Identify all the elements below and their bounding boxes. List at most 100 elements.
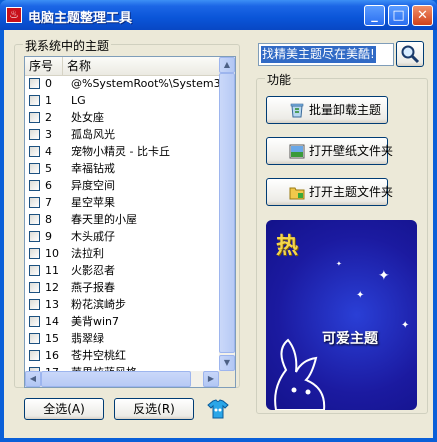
scroll-right-icon[interactable]: ▶: [203, 371, 219, 387]
scroll-up-icon[interactable]: ▲: [219, 57, 235, 73]
minimize-button[interactable]: _: [364, 5, 385, 26]
folder-icon: [289, 187, 305, 200]
window-title: 电脑主题整理工具: [28, 11, 133, 26]
app-window: ♨ 电脑主题整理工具 _ □ ✕ 我系统中的主题 序号 名称 0 @%System…: [0, 0, 437, 442]
bunny-icon: [274, 338, 326, 410]
open-wallpaper-folder-button[interactable]: 打开壁纸文件夹: [266, 137, 393, 165]
row-checkbox[interactable]: [29, 78, 40, 89]
app-icon[interactable]: ♨: [6, 7, 22, 23]
row-checkbox[interactable]: [29, 112, 40, 123]
maximize-button[interactable]: □: [388, 5, 409, 26]
search-button[interactable]: [396, 41, 424, 67]
table-row[interactable]: 12 燕子报春: [25, 279, 219, 296]
row-checkbox[interactable]: [29, 316, 40, 327]
list-header: 序号 名称: [25, 57, 219, 76]
vertical-scroll-thumb[interactable]: [219, 73, 235, 353]
banner-hot-text: 热: [276, 233, 299, 259]
search-icon: [401, 45, 420, 64]
theme-banner[interactable]: 热 ✦ ✦ ✦ ✦ 可爱主题: [266, 220, 417, 410]
table-row[interactable]: 2 处女座: [25, 109, 219, 126]
theme-list[interactable]: 序号 名称 0 @%SystemRoot%\System32\... 1 LG 2 处女座…: [24, 56, 236, 388]
table-row[interactable]: 8 春天里的小屋: [25, 211, 219, 228]
batch-uninstall-button[interactable]: 批量卸载主题: [266, 96, 388, 124]
column-header-index[interactable]: 序号: [25, 57, 63, 75]
row-checkbox[interactable]: [29, 163, 40, 174]
row-index: 5: [45, 162, 52, 175]
row-name: 处女座: [71, 111, 104, 124]
row-name: 宠物小精灵 - 比卡丘: [71, 145, 170, 158]
row-checkbox[interactable]: [29, 146, 40, 157]
row-index: 13: [45, 298, 59, 311]
table-row[interactable]: 14 美背win7: [25, 313, 219, 330]
row-checkbox[interactable]: [29, 231, 40, 242]
row-name: LG: [71, 94, 86, 107]
horizontal-scrollbar[interactable]: ◀ ▶: [25, 371, 219, 387]
row-checkbox[interactable]: [29, 265, 40, 276]
table-row[interactable]: 13 粉花滨崎步: [25, 296, 219, 313]
close-button[interactable]: ✕: [412, 5, 433, 26]
row-name: @%SystemRoot%\System32\...: [71, 77, 219, 90]
row-index: 6: [45, 179, 52, 192]
tshirt-icon[interactable]: [207, 399, 229, 419]
row-name: 翡翠绿: [71, 332, 104, 345]
row-name: 燕子报春: [71, 281, 115, 294]
vertical-scrollbar[interactable]: ▲ ▼: [219, 57, 235, 371]
wallpaper-icon: [289, 144, 305, 159]
row-checkbox[interactable]: [29, 180, 40, 191]
row-checkbox[interactable]: [29, 214, 40, 225]
scroll-left-icon[interactable]: ◀: [25, 371, 41, 387]
client-area: 我系统中的主题 序号 名称 0 @%SystemRoot%\System32\..…: [4, 30, 433, 438]
row-checkbox[interactable]: [29, 248, 40, 259]
table-row[interactable]: 1 LG: [25, 92, 219, 109]
open-theme-folder-button[interactable]: 打开主题文件夹: [266, 178, 393, 206]
table-row[interactable]: 11 火影忍者: [25, 262, 219, 279]
row-checkbox[interactable]: [29, 95, 40, 106]
table-row[interactable]: 15 翡翠绿: [25, 330, 219, 347]
row-index: 10: [45, 247, 59, 260]
table-row[interactable]: 10 法拉利: [25, 245, 219, 262]
row-index: 15: [45, 332, 59, 345]
row-index: 2: [45, 111, 52, 124]
row-name: 木头戚仔: [71, 230, 115, 243]
table-row[interactable]: 3 孤岛风光: [25, 126, 219, 143]
table-row[interactable]: 4 宠物小精灵 - 比卡丘: [25, 143, 219, 160]
title-bar[interactable]: ♨ 电脑主题整理工具 _ □ ✕: [0, 0, 437, 30]
row-checkbox[interactable]: [29, 197, 40, 208]
search-input[interactable]: 找精美主题尽在美酷!: [258, 43, 394, 66]
functions-group-label: 功能: [265, 71, 294, 88]
select-all-button[interactable]: 全选(A): [24, 398, 104, 420]
table-row[interactable]: 16 苍井空桃红: [25, 347, 219, 364]
row-name: 法拉利: [71, 247, 104, 260]
themes-group-label: 我系统中的主题: [23, 37, 112, 54]
row-index: 3: [45, 128, 52, 141]
batch-uninstall-label: 批量卸载主题: [309, 103, 382, 117]
table-row[interactable]: 5 幸福钻戒: [25, 160, 219, 177]
row-index: 4: [45, 145, 52, 158]
star-icon: ✦: [336, 260, 342, 268]
theme-rows: 0 @%SystemRoot%\System32\... 1 LG 2 处女座 3 孤岛风光 4…: [25, 75, 219, 387]
column-header-name[interactable]: 名称: [63, 57, 219, 75]
row-checkbox[interactable]: [29, 350, 40, 361]
table-row[interactable]: 0 @%SystemRoot%\System32\...: [25, 75, 219, 92]
row-index: 11: [45, 264, 59, 277]
row-checkbox[interactable]: [29, 282, 40, 293]
horizontal-scroll-thumb[interactable]: [41, 371, 191, 387]
table-row[interactable]: 9 木头戚仔: [25, 228, 219, 245]
row-name: 异度空间: [71, 179, 115, 192]
row-index: 9: [45, 230, 52, 243]
table-row[interactable]: 6 异度空间: [25, 177, 219, 194]
row-checkbox[interactable]: [29, 299, 40, 310]
row-index: 0: [45, 77, 52, 90]
row-index: 7: [45, 196, 52, 209]
row-checkbox[interactable]: [29, 129, 40, 140]
table-row[interactable]: 7 星空苹果: [25, 194, 219, 211]
invert-selection-button[interactable]: 反选(R): [114, 398, 194, 420]
search-input-value: 找精美主题尽在美酷!: [261, 46, 376, 63]
row-index: 14: [45, 315, 59, 328]
recycle-bin-icon: [290, 103, 304, 118]
scroll-down-icon[interactable]: ▼: [219, 355, 235, 371]
row-index: 8: [45, 213, 52, 226]
row-name: 幸福钻戒: [71, 162, 115, 175]
row-index: 1: [45, 94, 52, 107]
row-checkbox[interactable]: [29, 333, 40, 344]
